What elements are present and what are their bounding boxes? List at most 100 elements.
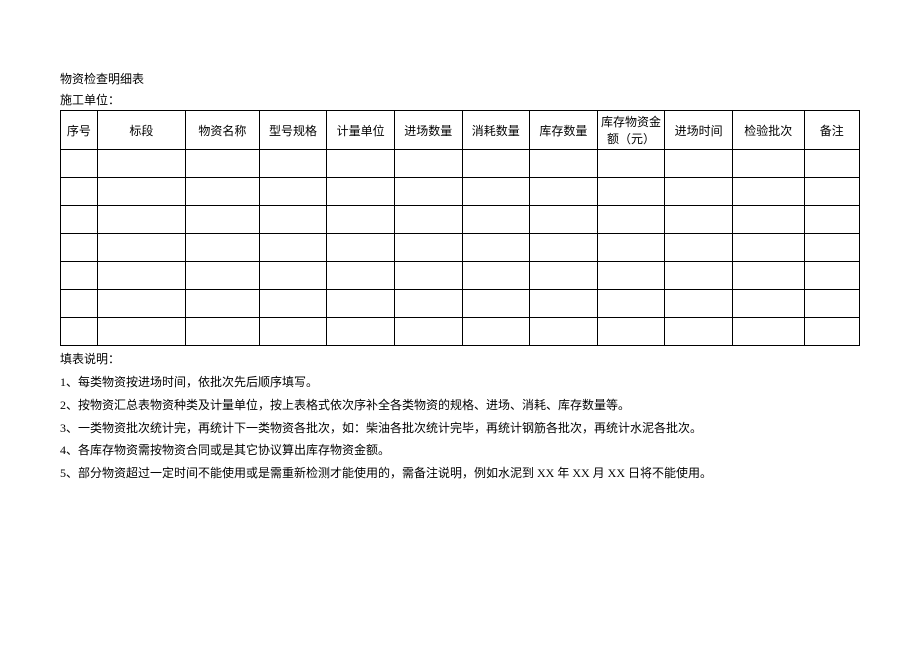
table-cell — [804, 318, 859, 346]
table-cell — [327, 234, 395, 262]
note-line: 4、各库存物资需按物资合同或是其它协议算出库存物资金额。 — [60, 439, 860, 462]
materials-table: 序号 标段 物资名称 型号规格 计量单位 进场数量 消耗数量 库存数量 库存物资… — [60, 110, 860, 346]
table-cell — [597, 262, 665, 290]
table-cell — [732, 206, 804, 234]
table-row — [61, 234, 860, 262]
table-cell — [97, 206, 185, 234]
table-cell — [327, 206, 395, 234]
table-cell — [61, 206, 98, 234]
table-cell — [61, 234, 98, 262]
header-in-qty: 进场数量 — [394, 111, 462, 150]
table-cell — [597, 290, 665, 318]
table-cell — [259, 290, 327, 318]
table-cell — [665, 206, 733, 234]
table-cell — [61, 318, 98, 346]
table-cell — [97, 234, 185, 262]
table-cell — [530, 178, 598, 206]
table-cell — [530, 234, 598, 262]
table-row — [61, 262, 860, 290]
table-cell — [462, 150, 530, 178]
note-line: 3、一类物资批次统计完，再统计下一类物资各批次，如：柴油各批次统计完毕，再统计钢… — [60, 417, 860, 440]
table-cell — [185, 262, 259, 290]
table-body — [61, 150, 860, 346]
table-cell — [394, 262, 462, 290]
table-cell — [804, 290, 859, 318]
table-cell — [394, 234, 462, 262]
table-cell — [665, 290, 733, 318]
table-cell — [597, 178, 665, 206]
table-cell — [597, 318, 665, 346]
table-row — [61, 206, 860, 234]
table-cell — [732, 234, 804, 262]
table-cell — [394, 206, 462, 234]
table-cell — [597, 234, 665, 262]
table-cell — [462, 318, 530, 346]
table-cell — [732, 318, 804, 346]
note-line: 2、按物资汇总表物资种类及计量单位，按上表格式依次序补全各类物资的规格、进场、消… — [60, 394, 860, 417]
table-cell — [732, 262, 804, 290]
table-cell — [462, 290, 530, 318]
table-cell — [185, 290, 259, 318]
table-cell — [394, 318, 462, 346]
table-cell — [462, 234, 530, 262]
table-cell — [804, 262, 859, 290]
table-cell — [259, 262, 327, 290]
table-cell — [61, 262, 98, 290]
table-cell — [665, 178, 733, 206]
note-line: 1、每类物资按进场时间，依批次先后顺序填写。 — [60, 371, 860, 394]
table-cell — [185, 178, 259, 206]
header-remark: 备注 — [804, 111, 859, 150]
table-cell — [530, 290, 598, 318]
table-cell — [462, 262, 530, 290]
table-cell — [665, 150, 733, 178]
table-cell — [327, 262, 395, 290]
table-cell — [394, 150, 462, 178]
table-cell — [804, 178, 859, 206]
table-cell — [97, 262, 185, 290]
table-cell — [327, 178, 395, 206]
table-cell — [97, 178, 185, 206]
header-inspection-batch: 检验批次 — [732, 111, 804, 150]
header-in-time: 进场时间 — [665, 111, 733, 150]
table-cell — [530, 318, 598, 346]
table-cell — [327, 318, 395, 346]
table-cell — [530, 262, 598, 290]
table-cell — [665, 262, 733, 290]
table-cell — [61, 290, 98, 318]
header-unit: 计量单位 — [327, 111, 395, 150]
table-cell — [97, 150, 185, 178]
table-row — [61, 178, 860, 206]
header-stock-amount: 库存物资金额（元） — [597, 111, 665, 150]
table-cell — [665, 318, 733, 346]
table-cell — [185, 150, 259, 178]
table-cell — [97, 290, 185, 318]
table-cell — [394, 290, 462, 318]
table-cell — [259, 234, 327, 262]
table-cell — [804, 234, 859, 262]
table-row — [61, 290, 860, 318]
table-cell — [259, 206, 327, 234]
note-line: 5、部分物资超过一定时间不能使用或是需重新检测才能使用的，需备注说明，例如水泥到… — [60, 462, 860, 485]
table-cell — [530, 206, 598, 234]
construction-unit-label: 施工单位： — [60, 91, 860, 108]
table-row — [61, 318, 860, 346]
table-cell — [732, 290, 804, 318]
table-cell — [597, 150, 665, 178]
header-stock-qty: 库存数量 — [530, 111, 598, 150]
table-cell — [259, 150, 327, 178]
table-cell — [185, 206, 259, 234]
header-model-spec: 型号规格 — [259, 111, 327, 150]
table-cell — [259, 318, 327, 346]
table-cell — [804, 150, 859, 178]
table-cell — [327, 290, 395, 318]
table-cell — [732, 150, 804, 178]
table-cell — [530, 150, 598, 178]
table-cell — [665, 234, 733, 262]
table-header-row: 序号 标段 物资名称 型号规格 计量单位 进场数量 消耗数量 库存数量 库存物资… — [61, 111, 860, 150]
header-material-name: 物资名称 — [185, 111, 259, 150]
document-title: 物资检查明细表 — [60, 70, 860, 87]
header-section: 标段 — [97, 111, 185, 150]
header-consume-qty: 消耗数量 — [462, 111, 530, 150]
table-cell — [185, 234, 259, 262]
table-cell — [462, 178, 530, 206]
